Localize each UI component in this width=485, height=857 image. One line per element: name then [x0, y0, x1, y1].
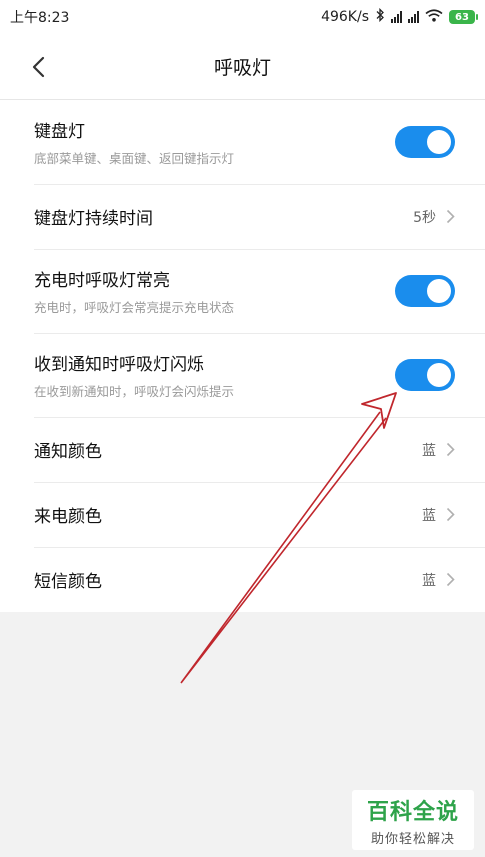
- charging-light-toggle[interactable]: [395, 275, 455, 307]
- setting-title: 短信颜色: [34, 572, 102, 592]
- chevron-left-icon: [32, 56, 45, 78]
- setting-value: 5秒: [413, 209, 436, 226]
- notification-blink-toggle[interactable]: [395, 359, 455, 391]
- setting-title: 键盘灯: [34, 122, 85, 142]
- setting-keyboard-light[interactable]: 键盘灯 底部菜单键、桌面键、返回键指示灯: [0, 100, 485, 184]
- setting-value: 蓝: [422, 442, 436, 459]
- network-speed: 496K/s: [321, 9, 369, 25]
- setting-title: 通知颜色: [34, 442, 102, 462]
- toggle-knob: [427, 363, 451, 387]
- bluetooth-icon: [375, 7, 385, 26]
- title-bar: 呼吸灯: [0, 34, 485, 100]
- status-bar: 上午8:23 496K/s 63: [0, 0, 485, 34]
- signal-icon: [391, 11, 402, 23]
- setting-call-color[interactable]: 来电颜色 蓝: [0, 482, 485, 547]
- setting-desc: 在收到新通知时，呼吸灯会闪烁提示: [34, 384, 235, 399]
- chevron-right-icon: [446, 209, 455, 224]
- keyboard-light-toggle[interactable]: [395, 126, 455, 158]
- battery-level: 63: [455, 11, 469, 23]
- toggle-knob: [427, 130, 451, 154]
- chevron-right-icon: [446, 507, 455, 522]
- setting-title: 充电时呼吸灯常亮: [34, 271, 170, 291]
- setting-notification-blink[interactable]: 收到通知时呼吸灯闪烁 在收到新通知时，呼吸灯会闪烁提示: [0, 333, 485, 417]
- watermark: 百科全说 助你轻松解决: [352, 790, 474, 850]
- battery-icon: 63: [449, 10, 478, 24]
- setting-charging-light[interactable]: 充电时呼吸灯常亮 充电时，呼吸灯会常亮提示充电状态: [0, 249, 485, 333]
- status-icons: 496K/s 63: [321, 7, 478, 26]
- settings-list: 键盘灯 底部菜单键、桌面键、返回键指示灯 键盘灯持续时间 5秒 充电时呼吸灯常亮…: [0, 100, 485, 612]
- chevron-right-icon: [446, 442, 455, 457]
- setting-title: 收到通知时呼吸灯闪烁: [34, 355, 204, 375]
- setting-value: 蓝: [422, 507, 436, 524]
- page-title: 呼吸灯: [213, 57, 271, 79]
- signal-icon-2: [408, 11, 419, 23]
- watermark-subtitle: 助你轻松解决: [370, 831, 455, 847]
- setting-desc: 底部菜单键、桌面键、返回键指示灯: [34, 151, 235, 166]
- toggle-knob: [427, 279, 451, 303]
- setting-keyboard-light-duration[interactable]: 键盘灯持续时间 5秒: [0, 184, 485, 249]
- setting-notification-color[interactable]: 通知颜色 蓝: [0, 417, 485, 482]
- back-button[interactable]: [24, 52, 54, 82]
- watermark-title: 百科全说: [366, 799, 459, 825]
- setting-desc: 充电时，呼吸灯会常亮提示充电状态: [34, 300, 235, 315]
- status-time: 上午8:23: [10, 10, 70, 26]
- wifi-icon: [425, 8, 443, 26]
- setting-title: 键盘灯持续时间: [34, 209, 153, 229]
- setting-sms-color[interactable]: 短信颜色 蓝: [0, 547, 485, 612]
- setting-title: 来电颜色: [34, 507, 102, 527]
- chevron-right-icon: [446, 572, 455, 587]
- setting-value: 蓝: [422, 572, 436, 589]
